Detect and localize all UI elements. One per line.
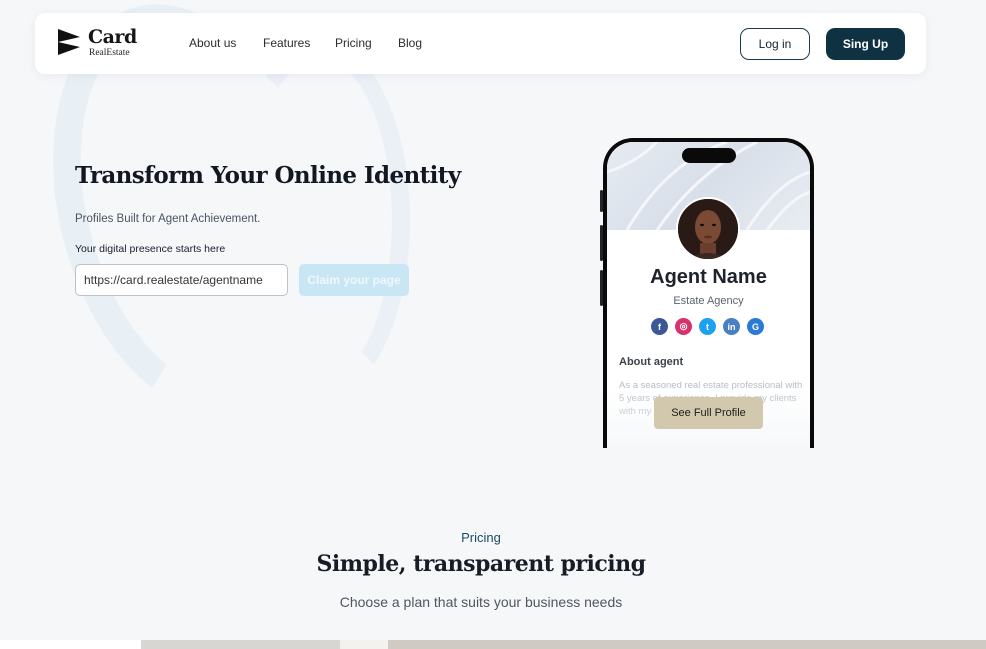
twitter-icon[interactable]: t: [699, 318, 716, 335]
avatar[interactable]: [676, 197, 740, 261]
hero-subtitle: Profiles Built for Agent Achievement.: [75, 213, 261, 225]
about-agent-heading: About agent: [619, 356, 684, 368]
instagram-icon[interactable]: ◎: [675, 318, 692, 335]
nav-link-blog[interactable]: Blog: [398, 36, 422, 50]
pricing-title: Simple, transparent pricing: [316, 551, 646, 577]
facebook-icon[interactable]: f: [651, 318, 668, 335]
navbar: Card RealEstate About us Features Pricin…: [35, 13, 926, 74]
logo-icon: [58, 29, 80, 55]
nav-link-pricing[interactable]: Pricing: [335, 36, 372, 50]
agency-name: Estate Agency: [673, 295, 744, 307]
pricing-subtitle: Choose a plan that suits your business n…: [339, 594, 623, 610]
pricing-cards-preview: [0, 640, 986, 649]
signup-button[interactable]: Sing Up: [826, 28, 905, 60]
logo[interactable]: Card RealEstate: [57, 26, 147, 61]
social-links: f ◎ t in G: [651, 318, 771, 336]
google-icon[interactable]: G: [747, 318, 764, 335]
logo-subtitle: RealEstate: [89, 48, 130, 58]
profile-url-input[interactable]: [75, 264, 288, 296]
login-button[interactable]: Log in: [740, 28, 810, 60]
logo-title: Card: [88, 26, 137, 48]
linkedin-icon[interactable]: in: [723, 318, 740, 335]
nav-link-features[interactable]: Features: [263, 36, 310, 50]
pricing-section-label: Pricing: [461, 530, 501, 545]
nav-link-about-us[interactable]: About us: [189, 36, 236, 50]
phone-notch: [682, 148, 736, 163]
agent-name: Agent Name: [650, 266, 767, 288]
see-full-profile-button[interactable]: See Full Profile: [654, 397, 763, 429]
avatar-image: [678, 199, 738, 259]
hero-title: Transform Your Online Identity: [75, 162, 461, 189]
url-input-label: Your digital presence starts here: [75, 243, 226, 255]
claim-page-button[interactable]: Claim your page: [299, 264, 409, 296]
